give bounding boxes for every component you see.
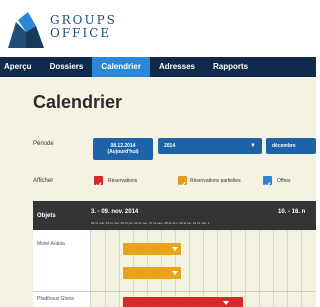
day-labels: 03.11 mar. 04.11 mer. 05.11 jeu. 06.11 v… — [91, 221, 210, 225]
nav-item-calendrier[interactable]: Calendrier — [92, 57, 150, 77]
week-2-header: 10. - 16. n — [278, 209, 306, 215]
object-row-label[interactable]: Pfadihaus Gloria — [37, 296, 74, 302]
day-divider — [259, 230, 260, 307]
chevron-down-icon — [172, 271, 178, 275]
nav-item-dossiers[interactable]: Dossiers — [41, 57, 93, 77]
partial-reservation-bar[interactable] — [123, 267, 181, 279]
main-nav: Aperçu Dossiers Calendrier Adresses Rapp… — [0, 57, 316, 77]
day-divider — [273, 230, 274, 307]
day-divider — [189, 230, 190, 307]
logo-icon[interactable] — [6, 12, 46, 48]
year-select[interactable]: 2014 ▼ — [158, 138, 262, 154]
day-divider — [119, 230, 120, 307]
reservation-bar[interactable] — [123, 297, 243, 307]
partial-reservation-bar[interactable] — [123, 243, 181, 255]
calendar-header: Objets 3. - 09. nov. 2014 10. - 16. n 03… — [33, 201, 316, 230]
day-divider — [105, 230, 106, 307]
day-divider — [203, 230, 204, 307]
partial-reservations-label: Réservations partielles — [190, 178, 241, 184]
day-divider — [217, 230, 218, 307]
today-caption: (Aujourd'hui) — [107, 149, 139, 155]
show-label: Afficher — [33, 178, 54, 184]
logo-text: GROUPS OFFICE — [50, 14, 117, 40]
day-divider — [287, 230, 288, 307]
month-select-value: décembre — [272, 143, 296, 149]
reservations-label: Réservations — [108, 178, 138, 184]
day-divider — [245, 230, 246, 307]
object-row-label[interactable]: Motel Arabia — [37, 241, 65, 247]
nav-item-rapports[interactable]: Rapports — [204, 57, 257, 77]
check-icon — [264, 182, 271, 188]
day-divider — [231, 230, 232, 307]
app-window: GROUPS OFFICE Aperçu Dossiers Calendrier… — [0, 0, 316, 307]
row-divider — [33, 291, 316, 292]
chevron-down-icon — [223, 301, 229, 305]
year-select-value: 2014 — [164, 143, 176, 149]
month-select[interactable]: décembre — [266, 138, 316, 154]
period-label: Période — [33, 141, 54, 147]
nav-item-apercu[interactable]: Aperçu — [0, 57, 41, 77]
logo-line-2: OFFICE — [50, 26, 112, 40]
check-icon — [179, 182, 186, 188]
nav-item-adresses[interactable]: Adresses — [150, 57, 204, 77]
check-icon — [95, 182, 102, 188]
offers-label: Offres — [277, 178, 291, 184]
chevron-down-icon — [172, 247, 178, 251]
day-divider — [301, 230, 302, 307]
reservations-checkbox[interactable] — [94, 176, 103, 188]
header: GROUPS OFFICE — [0, 0, 316, 57]
chevron-down-icon: ▼ — [250, 143, 256, 149]
calendar-grid: Objets 3. - 09. nov. 2014 10. - 16. n 03… — [33, 201, 316, 307]
offers-checkbox[interactable] — [263, 176, 272, 188]
today-button[interactable]: 08.12.2014 (Aujourd'hui) — [93, 138, 153, 160]
week-1-header: 3. - 09. nov. 2014 — [91, 209, 139, 215]
partial-reservations-checkbox[interactable] — [178, 176, 187, 188]
objects-header: Objets — [37, 213, 56, 219]
page-title: Calendrier — [33, 92, 123, 112]
